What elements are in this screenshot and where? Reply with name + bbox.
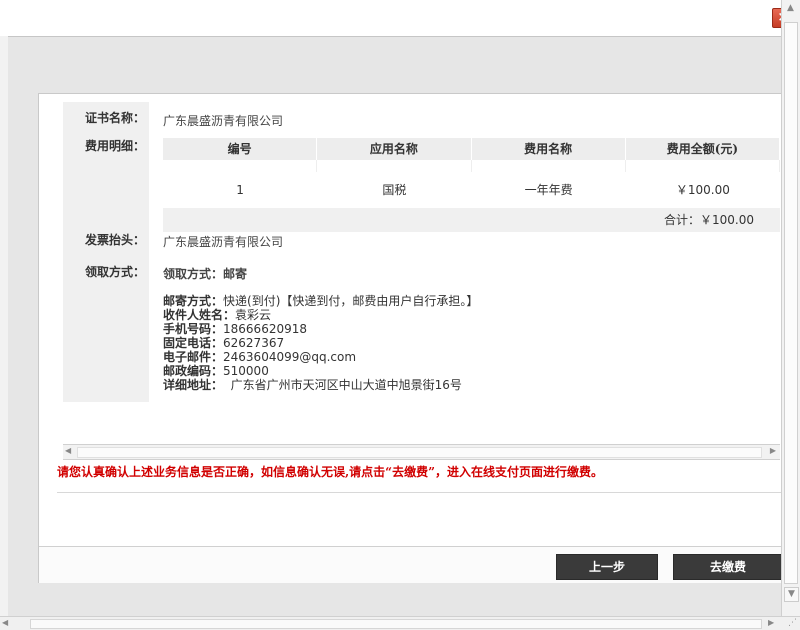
mailing-method-value: 快递(到付)【快递到付，邮费由用户自行承担。】: [223, 294, 479, 308]
fee-table: 编号 应用名称 费用名称 费用全额(元) 1 国税 一年年费 ￥100.00 合…: [163, 138, 780, 232]
zip-label: 邮政编码：: [163, 364, 224, 378]
fee-header-id: 编号: [163, 138, 318, 160]
fee-detail-label: 费用明细：: [63, 136, 149, 156]
scroll-left-icon[interactable]: ◀: [65, 446, 71, 455]
mailing-method-label: 邮寄方式：: [163, 294, 224, 308]
invoice-title-label: 发票抬头：: [84, 233, 145, 247]
notice-text: 请您认真确认上述业务信息是否正确，如信息确认无误,请点击“去缴费”，进入在线支付…: [57, 465, 603, 479]
go-pay-button[interactable]: 去缴费: [673, 554, 783, 580]
recipient-name-label: 收件人姓名：: [163, 308, 236, 322]
cert-name-label: 证书名称：: [63, 108, 149, 128]
phone-line: 固定电话：62627367: [163, 336, 478, 350]
email-value: 2463604099@qq.com: [223, 350, 357, 364]
table-row: 1 国税 一年年费 ￥100.00: [163, 172, 780, 208]
confirmation-panel: 证书名称： 广东晨盛沥青有限公司 费用明细： 编号 应用名称 费用名称 费用全额…: [38, 93, 783, 583]
mailing-details: 邮寄方式：快递(到付)【快递到付，邮费由用户自行承担。】 收件人姓名：袁彩云 手…: [163, 294, 478, 392]
address-label: 详细地址：: [163, 378, 224, 392]
fee-total-text: 合计：￥100.00: [664, 213, 754, 227]
address-line: 详细地址： 广东省广州市天河区中山大道中旭景街16号: [163, 378, 478, 392]
window-titlebar: ×: [0, 0, 800, 36]
scroll-up-icon[interactable]: ▲: [784, 2, 797, 15]
fee-cell-id: 1: [236, 183, 244, 197]
mobile-line: 手机号码：18666620918: [163, 322, 478, 336]
horizontal-scrollbar[interactable]: ◀ ▶: [63, 444, 780, 460]
mobile-label: 手机号码：: [163, 322, 224, 336]
fee-header-amount: 费用全额(元): [626, 138, 780, 160]
scroll-track[interactable]: [77, 447, 762, 458]
address-value: 广东省广州市天河区中山大道中旭景街16号: [230, 378, 462, 392]
resize-grip-icon[interactable]: ⋰: [788, 618, 797, 628]
mailing-method-line: 邮寄方式：快递(到付)【快递到付，邮费由用户自行承担。】: [163, 294, 478, 308]
scroll-down-icon[interactable]: ▼: [784, 587, 799, 602]
phone-label: 固定电话：: [163, 336, 224, 350]
invoice-title-value: 广东晨盛沥青有限公司: [163, 235, 284, 249]
page-scroll-left-icon[interactable]: ◀: [2, 618, 8, 627]
page-scroll-thumb[interactable]: [30, 619, 762, 629]
scroll-right-icon[interactable]: ▶: [770, 446, 776, 455]
page-horizontal-scrollbar[interactable]: ◀ ▶ ⋰: [0, 616, 800, 630]
pickup-method-label: 领取方式：: [84, 265, 145, 279]
fee-cell-app: 国税: [382, 183, 407, 197]
recipient-name-value: 袁彩云: [235, 308, 272, 322]
pickup-method-value: 领取方式：邮寄: [163, 267, 248, 281]
fee-cell-amount: ￥100.00: [675, 183, 730, 197]
cert-name-value: 广东晨盛沥青有限公司: [163, 114, 284, 128]
scroll-thumb[interactable]: [784, 22, 798, 584]
page-scroll-right-icon[interactable]: ▶: [768, 618, 774, 627]
fee-cell-name: 一年年费: [524, 183, 573, 197]
vertical-scrollbar[interactable]: ▲ ▼: [781, 0, 800, 616]
fee-header-app: 应用名称: [317, 138, 472, 160]
mobile-value: 18666620918: [223, 322, 307, 336]
fee-table-spacer: [163, 160, 780, 172]
phone-value: 62627367: [223, 336, 285, 350]
zip-value: 510000: [223, 364, 269, 378]
fee-header-name: 费用名称: [472, 138, 626, 160]
action-footer: 上一步 去缴费: [39, 546, 783, 583]
fee-total: 合计：￥100.00: [163, 208, 780, 232]
prev-step-button[interactable]: 上一步: [556, 554, 658, 580]
dialog-stage: 证书名称： 广东晨盛沥青有限公司 费用明细： 编号 应用名称 费用名称 费用全额…: [8, 36, 783, 617]
confirm-notice: 请您认真确认上述业务信息是否正确，如信息确认无误,请点击“去缴费”，进入在线支付…: [57, 460, 782, 493]
recipient-name-line: 收件人姓名：袁彩云: [163, 308, 478, 322]
fee-table-header: 编号 应用名称 费用名称 费用全额(元): [163, 138, 780, 160]
email-line: 电子邮件：2463604099@qq.com: [163, 350, 478, 364]
info-content: 证书名称： 广东晨盛沥青有限公司 费用明细： 编号 应用名称 费用名称 费用全额…: [63, 102, 780, 442]
zip-line: 邮政编码：510000: [163, 364, 478, 378]
email-label: 电子邮件：: [163, 350, 224, 364]
